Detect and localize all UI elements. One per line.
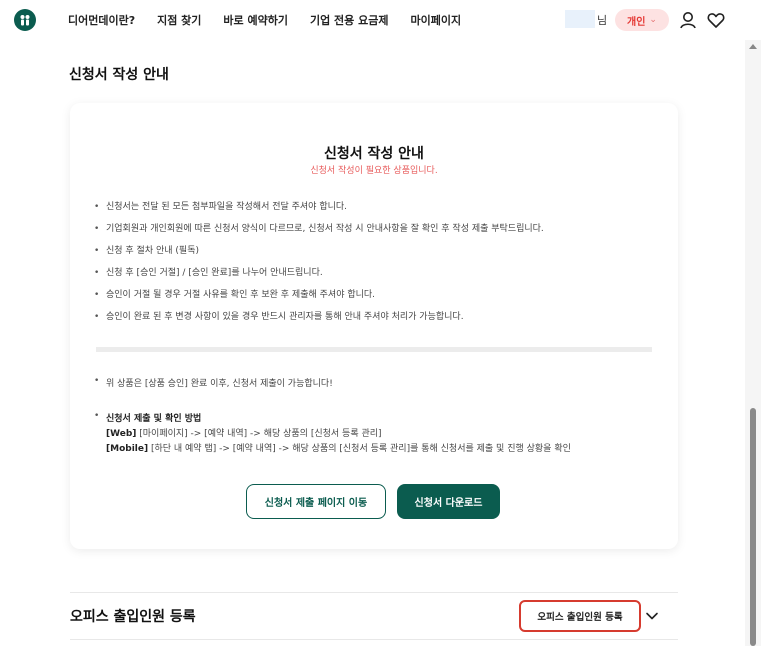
mobile-tag: [Mobile] — [106, 444, 149, 454]
section-title: 신청서 작성 안내 — [69, 67, 169, 83]
download-application-button[interactable]: 신청서 다운로드 — [397, 484, 500, 519]
divider — [96, 347, 652, 352]
nav-item-mypage[interactable]: 마이페이지 — [410, 12, 461, 28]
user-suffix: 님 — [597, 14, 608, 27]
nav-item-corporate-plan[interactable]: 기업 전용 요금제 — [310, 12, 389, 28]
method-title: 신청서 제출 및 확인 방법 — [106, 414, 202, 424]
page-scrollbar[interactable] — [745, 40, 761, 646]
brand-logo[interactable] — [14, 9, 36, 31]
guide-list: 신청서는 전달 된 모든 첨부파일을 작성해서 전달 주셔야 합니다. 기업회원… — [94, 201, 664, 333]
nav-item-book-now[interactable]: 바로 예약하기 — [223, 12, 288, 28]
nav-item-find-branch[interactable]: 지점 찾기 — [157, 12, 201, 28]
chevron-down-icon: ⌄ — [649, 15, 657, 25]
card-title: 신청서 작성 안내 — [324, 146, 424, 162]
user-icon[interactable] — [678, 10, 698, 30]
list-item: 승인이 완료 된 후 변경 사항이 있을 경우 반드시 관리자를 통해 안내 주… — [94, 311, 664, 333]
chevron-down-icon[interactable] — [644, 608, 660, 624]
office-access-register-tag[interactable]: 오피스 출입인원 등록 — [519, 600, 641, 632]
web-tag: [Web] — [106, 429, 137, 439]
heart-icon[interactable] — [706, 10, 726, 30]
application-guide-card: 신청서 작성 안내 신청서 작성이 필요한 상품입니다. 신청서는 전달 된 모… — [70, 103, 678, 549]
scrollbar-thumb[interactable] — [750, 408, 756, 646]
member-type-select[interactable]: 개인 ⌄ — [615, 9, 669, 31]
divider — [70, 639, 678, 640]
scroll-up-arrow-icon[interactable] — [749, 44, 757, 49]
divider — [70, 592, 678, 593]
member-type-label: 개인 — [627, 16, 646, 28]
method-web: [Web] [마이페이지] -> [예약 내역] -> 해당 상품의 [신청서 … — [106, 426, 664, 441]
method-mobile: [Mobile] [하단 내 예약 탭] -> [예약 내역] -> 해당 상품… — [106, 441, 664, 456]
list-item: 신청 후 [승인 거절] / [승인 완료]를 나누어 안내드립니다. — [94, 267, 664, 289]
logo-icon — [20, 15, 30, 26]
list-item: 신청서는 전달 된 모든 첨부파일을 작성해서 전달 주셔야 합니다. — [94, 201, 664, 223]
submission-method: 신청서 제출 및 확인 방법 [Web] [마이페이지] -> [예약 내역] … — [94, 411, 664, 456]
user-name-placeholder — [565, 10, 595, 28]
approval-note: 위 상품은 [상품 승인] 완료 이후, 신청서 제출이 가능합니다! — [94, 376, 333, 389]
mobile-text: [하단 내 예약 탭] -> [예약 내역] -> 해당 상품의 [신청서 등록… — [148, 444, 571, 454]
main-nav: 디어먼데이란? 지점 찾기 바로 예약하기 기업 전용 요금제 마이페이지 — [68, 0, 483, 40]
go-submit-page-button[interactable]: 신청서 제출 페이지 이동 — [246, 484, 386, 519]
accordion-title[interactable]: 오피스 출입인원 등록 — [70, 606, 196, 626]
card-subtitle: 신청서 작성이 필요한 상품입니다. — [310, 166, 438, 176]
list-item: 기업회원과 개인회원에 따른 신청서 양식이 다르므로, 신청서 작성 시 안내… — [94, 223, 664, 245]
top-header: 디어먼데이란? 지점 찾기 바로 예약하기 기업 전용 요금제 마이페이지 님 … — [0, 0, 761, 40]
list-item: 신청 후 절차 안내 (필독) — [94, 245, 664, 267]
web-text: [마이페이지] -> [예약 내역] -> 해당 상품의 [신청서 등록 관리] — [136, 429, 382, 439]
nav-item-about[interactable]: 디어먼데이란? — [68, 12, 135, 28]
list-item: 승인이 거절 될 경우 거절 사유를 확인 후 보완 후 제출해 주셔야 합니다… — [94, 289, 664, 311]
